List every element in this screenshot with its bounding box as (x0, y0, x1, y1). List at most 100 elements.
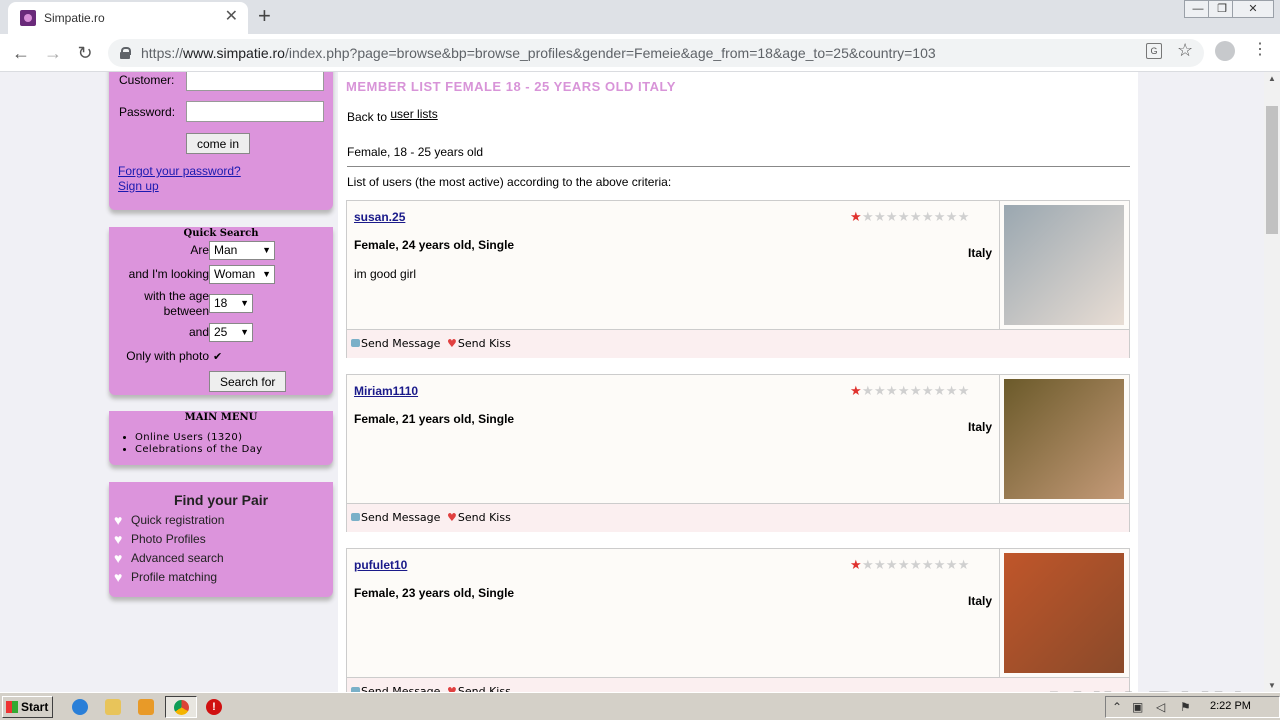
internet-explorer-icon[interactable] (72, 699, 88, 715)
password-input[interactable] (186, 101, 324, 122)
rating-star-icon[interactable]: ★ (898, 557, 910, 572)
quick-search-box: Quick Search Are Man and I'm looking Wom… (109, 227, 333, 395)
back-arrow-icon[interactable]: ← (9, 41, 33, 65)
browser-menu-icon[interactable]: ⋮ (1252, 40, 1268, 60)
member-card: pufulet10 ★★★★★★★★★★ Female, 23 years ol… (346, 548, 1130, 692)
send-message-link[interactable]: Send Message (351, 685, 440, 692)
account-avatar-icon[interactable] (1215, 41, 1235, 61)
member-username-link[interactable]: pufulet10 (354, 558, 407, 572)
network-icon[interactable]: ▣ (1132, 700, 1143, 714)
rating-star-icon[interactable]: ★ (862, 209, 874, 224)
rating-star-icon[interactable]: ★ (886, 383, 898, 398)
rating-star-icon[interactable]: ★ (910, 383, 922, 398)
window-close-button[interactable]: ✕ (1232, 0, 1274, 18)
rating-star-icon[interactable]: ★ (874, 383, 886, 398)
send-message-link[interactable]: Send Message (351, 337, 440, 350)
forward-arrow-icon[interactable]: → (41, 41, 65, 65)
rating-star-icon[interactable]: ★ (898, 209, 910, 224)
member-photo[interactable] (1004, 553, 1124, 673)
customer-input[interactable] (186, 72, 324, 91)
message-icon (351, 339, 360, 347)
heart-icon: ♥ (114, 512, 123, 528)
rating-star-icon[interactable]: ★ (934, 557, 946, 572)
rating-star-icon[interactable]: ★ (946, 557, 958, 572)
volume-icon[interactable]: ◁ (1156, 700, 1165, 714)
browser-tab[interactable]: Simpatie.ro ✕ (8, 2, 248, 34)
scroll-thumb[interactable] (1266, 106, 1278, 234)
menu-item-celebrations[interactable]: Celebrations of the Day (135, 444, 263, 456)
start-button[interactable]: Start (2, 696, 53, 718)
find-pair-item[interactable]: ♥ Profile matching (114, 569, 217, 585)
send-kiss-link[interactable]: ♥Send Kiss (447, 337, 511, 350)
member-card: susan.25 ★★★★★★★★★★ Female, 24 years old… (346, 200, 1130, 358)
tab-close-icon[interactable]: ✕ (225, 8, 238, 26)
rating-star-icon[interactable]: ★ (850, 557, 862, 572)
rating-star-icon[interactable]: ★ (850, 383, 862, 398)
are-select[interactable]: Man (209, 241, 275, 260)
folder-icon[interactable] (105, 699, 121, 715)
member-username-link[interactable]: susan.25 (354, 210, 405, 224)
page-scrollbar[interactable]: ▲ ▼ (1264, 72, 1280, 692)
rating-star-icon[interactable]: ★ (946, 209, 958, 224)
send-kiss-link[interactable]: ♥Send Kiss (447, 511, 511, 524)
rating-star-icon[interactable]: ★ (886, 557, 898, 572)
member-photo[interactable] (1004, 205, 1124, 325)
login-button[interactable]: come in (186, 133, 251, 154)
menu-item-online-users[interactable]: Online Users (1320) (135, 432, 263, 444)
main-content: MEMBER LIST FEMALE 18 - 25 YEARS OLD ITA… (338, 72, 1138, 692)
rating-star-icon[interactable]: ★ (934, 209, 946, 224)
rating-star-icon[interactable]: ★ (922, 209, 934, 224)
rating-star-icon[interactable]: ★ (922, 557, 934, 572)
age-from-select[interactable]: 18 (209, 294, 253, 313)
rating-star-icon[interactable]: ★ (958, 557, 970, 572)
lock-icon[interactable] (120, 47, 131, 59)
rating-star-icon[interactable]: ★ (862, 383, 874, 398)
tray-arrow-icon[interactable]: ⌃ (1112, 700, 1122, 714)
customer-label: Customer: (119, 73, 175, 87)
scroll-down-icon[interactable]: ▼ (1268, 681, 1276, 690)
find-pair-item[interactable]: ♥ Photo Profiles (114, 531, 206, 547)
rating-star-icon[interactable]: ★ (850, 209, 862, 224)
translate-icon[interactable]: G (1146, 43, 1162, 59)
address-bar[interactable]: https://www.simpatie.ro/index.php?page=b… (108, 39, 1204, 67)
rating-star-icon[interactable]: ★ (910, 209, 922, 224)
rating-star-icon[interactable]: ★ (910, 557, 922, 572)
reload-icon[interactable]: ↻ (73, 41, 97, 65)
rating-star-icon[interactable]: ★ (958, 209, 970, 224)
new-tab-button[interactable]: + (258, 3, 271, 29)
send-kiss-link[interactable]: ♥Send Kiss (447, 685, 511, 692)
scroll-up-icon[interactable]: ▲ (1268, 74, 1276, 83)
rating-star-icon[interactable]: ★ (958, 383, 970, 398)
system-tray: ⌃ ▣ ◁ ⚑ 2:22 PM (1105, 696, 1280, 718)
rating-star-icon[interactable]: ★ (898, 383, 910, 398)
age-to-select[interactable]: 25 (209, 323, 253, 342)
rating-star-icon[interactable]: ★ (934, 383, 946, 398)
member-username-link[interactable]: Miriam1110 (354, 384, 418, 398)
find-pair-item[interactable]: ♥ Advanced search (114, 550, 224, 566)
photo-checkbox[interactable]: ✔ (213, 351, 225, 363)
looking-label: and I'm looking (128, 267, 209, 281)
rating-star-icon[interactable]: ★ (922, 383, 934, 398)
signup-link[interactable]: Sign up (118, 179, 159, 193)
rating-star-icon[interactable]: ★ (874, 557, 886, 572)
search-button[interactable]: Search for (209, 371, 287, 392)
rating-star-icon[interactable]: ★ (862, 557, 874, 572)
bookmark-star-icon[interactable]: ☆ (1177, 40, 1193, 61)
rating-star-icon[interactable]: ★ (874, 209, 886, 224)
stop-icon[interactable]: ! (206, 699, 222, 715)
rating-star-icon[interactable]: ★ (946, 383, 958, 398)
rating-star-icon[interactable]: ★ (886, 209, 898, 224)
flag-icon[interactable]: ⚑ (1180, 700, 1191, 714)
chrome-taskbar-button[interactable] (165, 696, 197, 718)
list-intro: List of users (the most active) accordin… (347, 175, 672, 189)
member-photo[interactable] (1004, 379, 1124, 499)
forgot-password-link[interactable]: Forgot your password? (118, 164, 241, 178)
heart-icon: ♥ (447, 685, 457, 692)
url-host: www.simpatie.ro (183, 45, 285, 61)
find-pair-item[interactable]: ♥ Quick registration (114, 512, 224, 528)
user-lists-link[interactable]: user lists (390, 107, 437, 121)
url-text[interactable]: https://www.simpatie.ro/index.php?page=b… (141, 45, 936, 61)
send-message-link[interactable]: Send Message (351, 511, 440, 524)
media-player-icon[interactable] (138, 699, 154, 715)
looking-select[interactable]: Woman (209, 265, 275, 284)
